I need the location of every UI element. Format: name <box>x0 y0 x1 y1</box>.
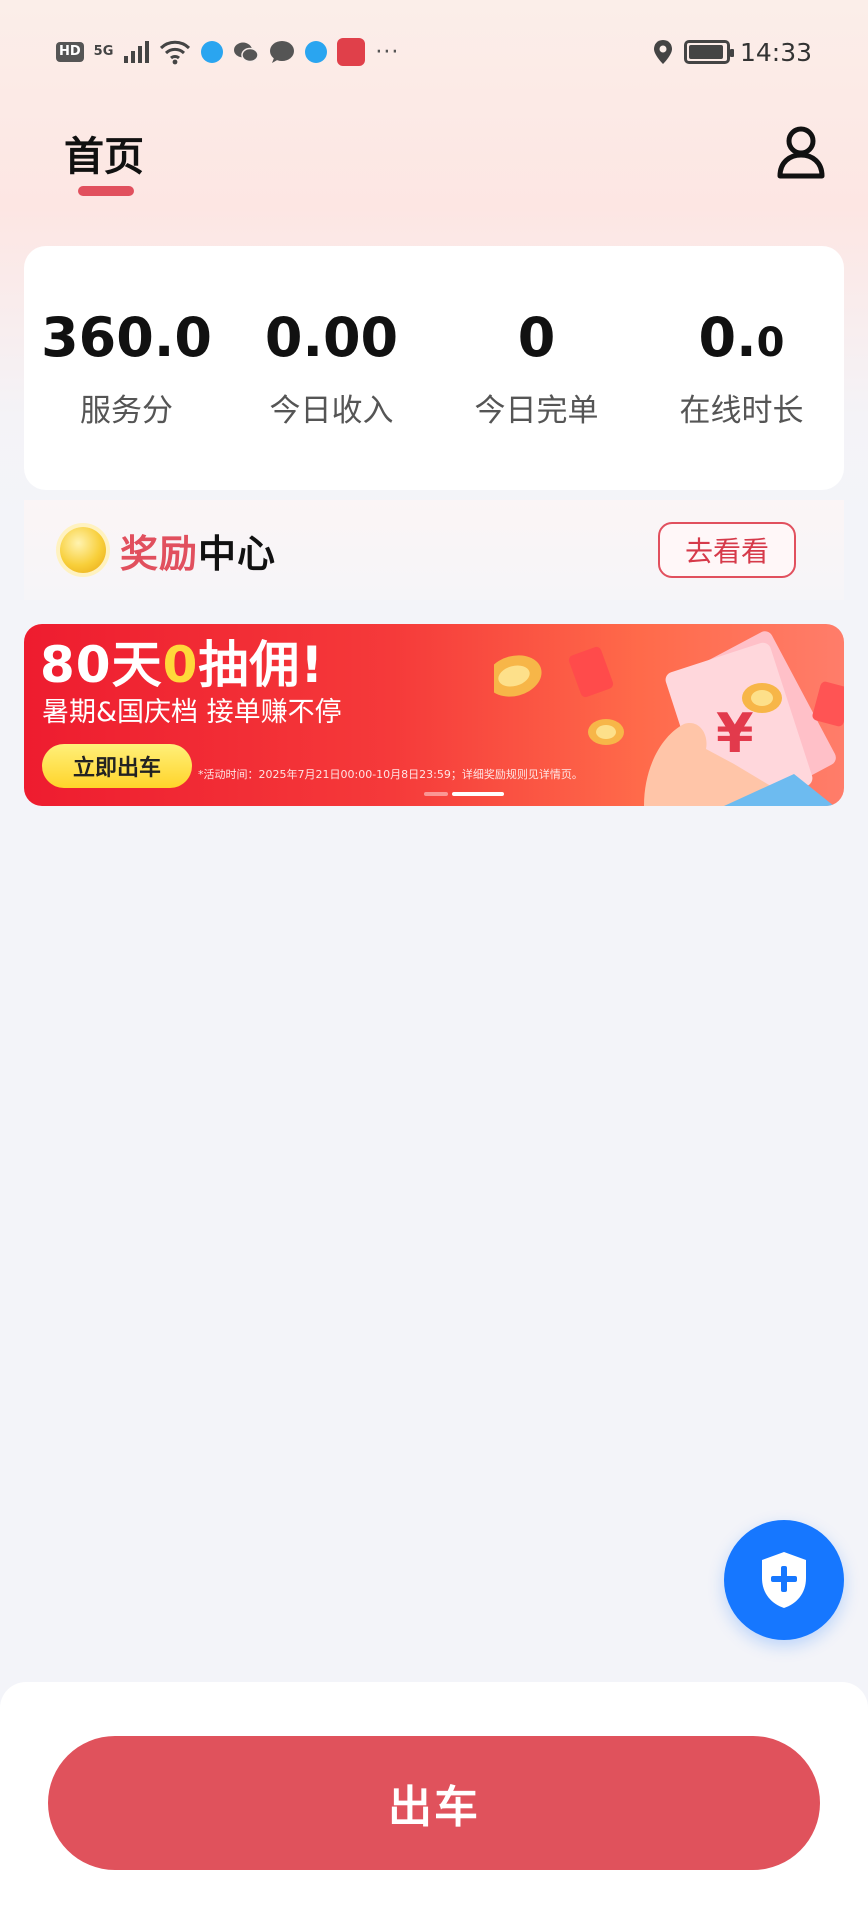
banner-currency-symbol: ¥ <box>716 702 754 765</box>
battery-icon <box>683 40 734 64</box>
status-bar: HD 5G ··· 14:33 <box>0 0 868 104</box>
stat-label: 今日收入 <box>269 393 394 429</box>
promo-banner[interactable]: 80天0抽佣! 暑期&国庆档 接单赚不停 立即出车 *活动时间：2025年7月2… <box>24 624 844 806</box>
banner-depart-button[interactable]: 立即出车 <box>42 744 192 788</box>
hd-badge: HD <box>56 42 84 62</box>
stats-card: 360.0 服务分 0.00 今日收入 0 今日完单 0.0 在线时长 <box>24 246 844 490</box>
location-icon <box>653 40 672 64</box>
stat-label: 在线时长 <box>679 393 804 429</box>
stat-value: 0.0 <box>698 306 785 369</box>
user-icon <box>777 126 825 179</box>
wifi-icon <box>160 40 191 65</box>
clock: 14:33 <box>739 37 812 67</box>
shield-plus-icon <box>762 1552 806 1608</box>
page-title[interactable]: 首页 <box>64 124 144 182</box>
reward-heading: 奖励中心 <box>60 523 276 578</box>
stat-today-orders[interactable]: 0 今日完单 <box>434 306 639 430</box>
banner-page-indicator <box>424 792 504 796</box>
stat-value: 360.0 <box>41 306 212 369</box>
banner-headline: 80天0抽佣! <box>40 636 325 694</box>
stat-value: 0 <box>517 306 556 369</box>
status-right: 14:33 <box>652 38 812 67</box>
banner-dot <box>424 792 448 796</box>
profile-button[interactable] <box>776 124 826 180</box>
reward-center-strip: 奖励中心 去看看 <box>24 500 844 600</box>
app-notification-icon <box>305 41 328 63</box>
coin-icon <box>60 527 106 573</box>
more-notifications-icon: ··· <box>375 39 400 65</box>
stat-today-income[interactable]: 0.00 今日收入 <box>229 306 434 430</box>
banner-dot-active <box>452 792 504 796</box>
reward-center-title: 奖励中心 <box>120 531 277 576</box>
safety-shield-button[interactable] <box>724 1520 844 1640</box>
banner-subtitle: 暑期&国庆档 接单赚不停 <box>42 697 342 728</box>
stat-label: 服务分 <box>80 393 173 429</box>
money-hand-illustration: ¥ <box>494 631 844 806</box>
tab-indicator <box>78 186 134 196</box>
huawei-app-icon <box>337 38 366 66</box>
stat-online-hours[interactable]: 0.0 在线时长 <box>639 306 844 430</box>
stat-label: 今日完单 <box>474 393 599 429</box>
network-type: 5G <box>93 44 114 59</box>
view-rewards-button[interactable]: 去看看 <box>658 522 796 578</box>
wechat-icon <box>234 42 260 63</box>
stat-value: 0.00 <box>264 306 399 369</box>
stat-service-score[interactable]: 360.0 服务分 <box>24 306 229 430</box>
message-icon <box>270 41 295 63</box>
depart-button[interactable]: 出车 <box>48 1736 820 1870</box>
app-notification-icon <box>201 41 224 63</box>
signal-icon <box>124 41 150 63</box>
status-left: HD 5G ··· <box>56 38 399 66</box>
